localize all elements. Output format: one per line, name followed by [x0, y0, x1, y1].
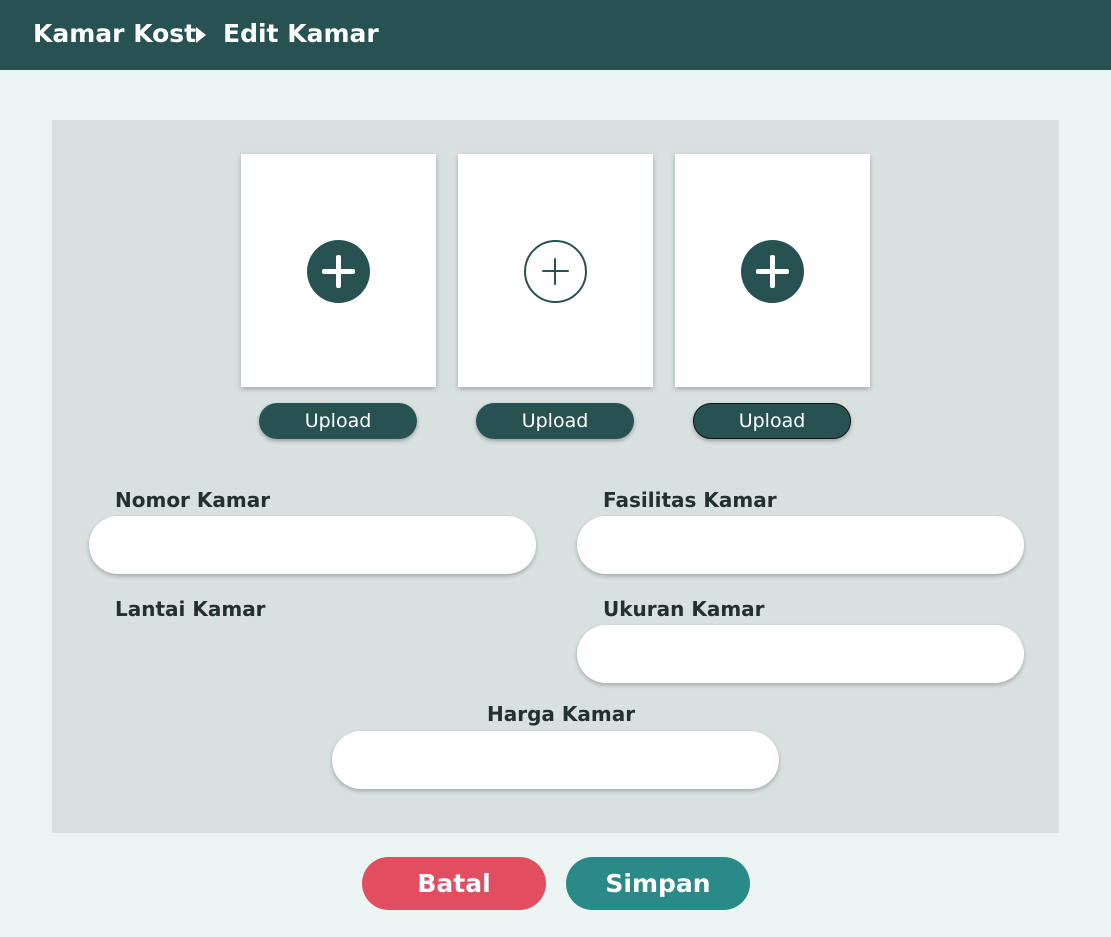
ukuran-kamar-label: Ukuran Kamar [603, 597, 765, 621]
ukuran-kamar-input[interactable] [577, 625, 1024, 683]
header-bar: Kamar Kost Edit Kamar [0, 0, 1111, 70]
breadcrumb-current: Edit Kamar [223, 19, 379, 48]
fasilitas-kamar-input[interactable] [577, 516, 1024, 574]
nomor-kamar-label: Nomor Kamar [115, 488, 271, 512]
nomor-kamar-input[interactable] [89, 516, 536, 574]
lantai-kamar-label: Lantai Kamar [115, 597, 266, 621]
cancel-button[interactable]: Batal [362, 857, 546, 910]
upload-button-1[interactable]: Upload [259, 403, 417, 439]
chevron-right-icon [196, 27, 206, 43]
add-photo-icon[interactable] [524, 240, 587, 303]
upload-button-3[interactable]: Upload [693, 403, 851, 439]
photo-slot-3[interactable] [675, 154, 870, 387]
breadcrumb-root[interactable]: Kamar Kost [33, 19, 196, 48]
add-photo-icon[interactable] [741, 240, 804, 303]
save-button[interactable]: Simpan [566, 857, 750, 910]
harga-kamar-label: Harga Kamar [487, 702, 636, 726]
photo-slot-2[interactable] [458, 154, 653, 387]
harga-kamar-input[interactable] [332, 731, 779, 789]
photo-slot-1[interactable] [241, 154, 436, 387]
fasilitas-kamar-label: Fasilitas Kamar [603, 488, 777, 512]
add-photo-icon[interactable] [307, 240, 370, 303]
upload-button-2[interactable]: Upload [476, 403, 634, 439]
